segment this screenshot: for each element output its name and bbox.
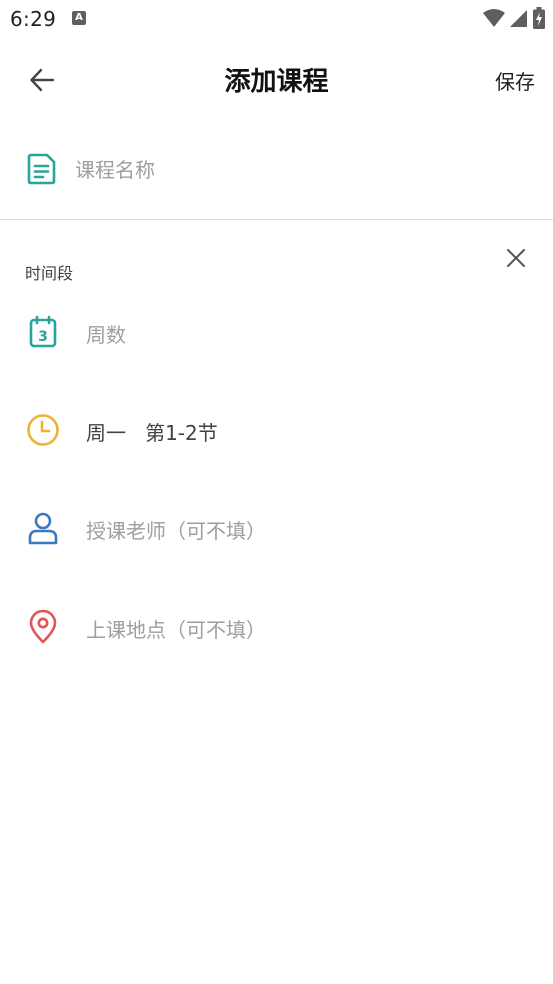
calendar-icon-number: 3 xyxy=(38,329,48,345)
remove-time-section-button[interactable] xyxy=(501,243,531,273)
cell-signal-icon xyxy=(510,10,527,27)
calendar-icon: 3 xyxy=(26,315,60,349)
course-name-row xyxy=(0,140,553,200)
day-period-field[interactable]: 周一 第1-2节 xyxy=(0,399,553,459)
divider xyxy=(0,219,553,220)
save-button[interactable]: 保存 xyxy=(495,66,535,95)
location-field-label: 上课地点（可不填） xyxy=(86,618,266,642)
course-name-input[interactable] xyxy=(75,154,515,186)
weeks-field[interactable]: 3 周数 xyxy=(0,301,553,361)
close-icon xyxy=(507,249,525,267)
teacher-field[interactable]: 授课老师（可不填） xyxy=(0,497,553,557)
location-pin-icon xyxy=(26,610,60,644)
location-field[interactable]: 上课地点（可不填） xyxy=(0,596,553,656)
weeks-field-label: 周数 xyxy=(86,323,126,347)
status-bar: 6:29 A xyxy=(0,0,553,38)
battery-charging-icon xyxy=(533,7,545,29)
page-title: 添加课程 xyxy=(224,67,329,97)
day-period-value: 周一 第1-2节 xyxy=(86,421,218,445)
app-bar: 添加课程 保存 xyxy=(0,38,553,122)
person-icon xyxy=(26,511,60,545)
status-icons xyxy=(483,6,545,30)
clock-icon xyxy=(26,413,60,447)
wifi-icon xyxy=(483,9,505,27)
time-section-label: 时间段 xyxy=(25,264,74,283)
teacher-field-label: 授课老师（可不填） xyxy=(86,519,266,543)
document-icon xyxy=(27,153,57,189)
notification-icon: A xyxy=(72,11,86,25)
status-time: 6:29 xyxy=(10,7,57,31)
